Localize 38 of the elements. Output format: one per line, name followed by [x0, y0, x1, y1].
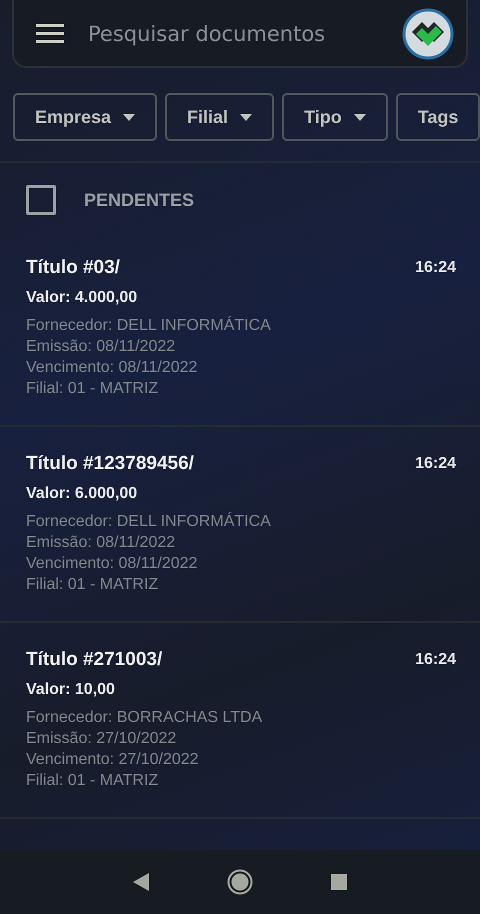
filter-dropdown[interactable]: Tags: [396, 93, 480, 141]
document-value: Valor: 6.000,00: [26, 485, 138, 503]
document-title: Título #123789456/: [26, 453, 194, 475]
document-detail: Fornecedor: DELL INFORMÁTICA: [26, 315, 272, 336]
caret-icon: [123, 114, 136, 120]
document-detail: Emissão: 08/11/2022: [26, 337, 176, 357]
document-time: 16:24: [415, 259, 456, 277]
select-all-checkbox[interactable]: [26, 185, 56, 215]
document-detail: Vencimento: 08/11/2022: [26, 358, 198, 378]
document-detail: Emissão: 27/10/2022: [26, 729, 178, 749]
document-detail: Filial: 01 - MATRIZ: [26, 379, 160, 399]
document-value: Valor: 10,00: [26, 681, 116, 699]
filter-dropdown[interactable]: Filial: [165, 93, 274, 141]
document-detail: Vencimento: 08/11/2022: [26, 554, 198, 574]
document-detail: Filial: 01 - MATRIZ: [26, 575, 160, 595]
caret-icon: [240, 114, 252, 120]
caret-icon: [354, 114, 366, 120]
document-title: Título #271003/: [26, 649, 162, 671]
menu-icon[interactable]: [36, 23, 64, 45]
document-detail: Filial: 01 - MATRIZ: [26, 771, 160, 791]
document-detail: Vencimento: 27/10/2022: [26, 750, 200, 770]
search-field[interactable]: Pesquisar documentos: [86, 21, 380, 47]
document-card[interactable]: Título #271003/ 16:24 Valor: 10,00 Fornecedor: BORRACHAS LTDA Emissão: 27/10/2022 Vencimento: 27/10/2022 Filial: 01 - MATRIZ: [0, 623, 480, 819]
document-detail: Fornecedor: DELL INFORMÁTICA: [26, 511, 272, 532]
document-card[interactable]: Título #03/ 16:24 Valor: 4.000,00 Fornecedor: DELL INFORMÁTICA Emissão: 08/11/2022 Vencimento: 08/11/2022 Filial: 01 - MATRIZ: [0, 231, 480, 427]
back-icon[interactable]: [133, 873, 149, 891]
filter-dropdown[interactable]: Tipo: [282, 93, 388, 141]
document-value: Valor: 4.000,00: [26, 289, 138, 307]
document-detail: Emissão: 08/11/2022: [26, 533, 176, 553]
document-title: Título #03/: [26, 257, 120, 279]
document-detail: Fornecedor: BORRACHAS LTDA: [26, 708, 264, 728]
logo-icon: [402, 8, 454, 60]
section-title: PENDENTES: [84, 190, 194, 210]
document-time: 16:24: [415, 651, 456, 669]
filter-dropdown[interactable]: Empresa: [13, 93, 158, 141]
document-card[interactable]: Título #123789456/ 16:24 Valor: 6.000,00 Fornecedor: DELL INFORMÁTICA Emissão: 08/11/2022 Vencimento: 08/11/2022 Filial: 01 - MATRIZ: [0, 427, 480, 623]
document-time: 16:24: [415, 455, 456, 473]
home-icon[interactable]: [227, 869, 253, 895]
